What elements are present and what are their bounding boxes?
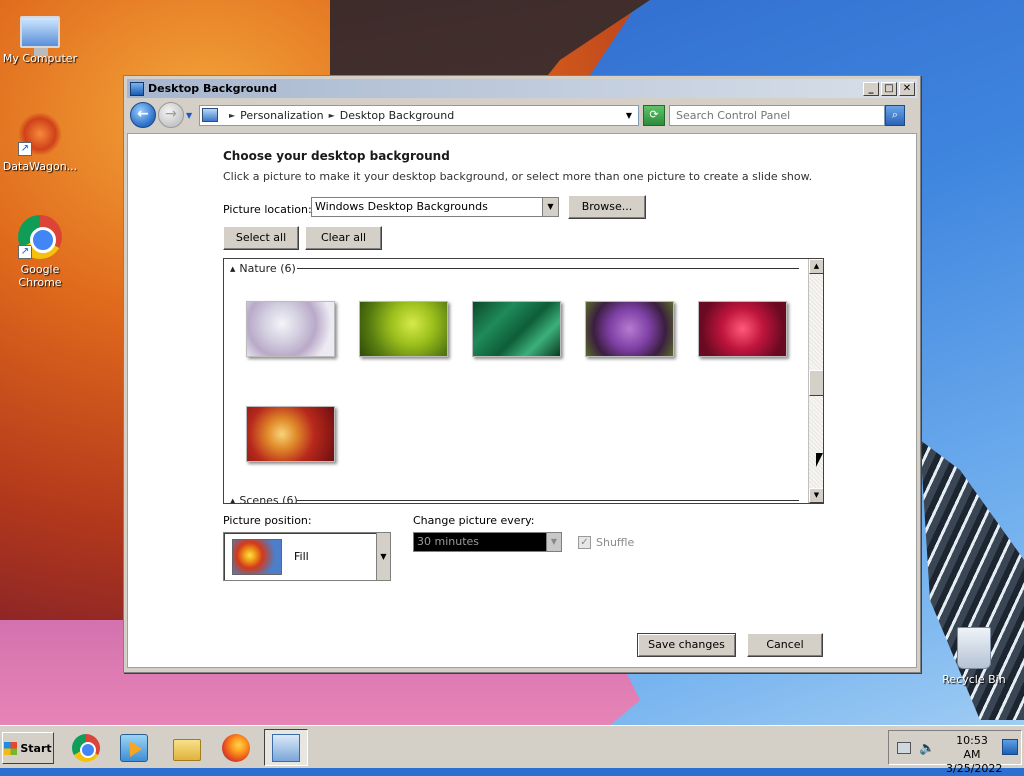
group-header-nature[interactable]: ▲ Nature (6) xyxy=(230,262,296,275)
clock-date: 3/25/2022 xyxy=(946,762,1003,775)
taskbar-file-explorer[interactable] xyxy=(165,729,209,766)
shuffle-label: Shuffle xyxy=(596,536,635,549)
clock-time: 10:53 AM xyxy=(956,734,988,761)
select-all-button[interactable]: Select all xyxy=(223,226,299,250)
browse-button[interactable]: Browse... xyxy=(568,195,646,219)
taskbar: Start 🔈 10:53 AM 3/25/2022 xyxy=(0,725,1024,775)
chevron-down-icon: ▼ xyxy=(546,533,561,551)
system-tray: 🔈 10:53 AM 3/25/2022 xyxy=(888,730,1022,775)
page-description: Click a picture to make it your desktop … xyxy=(223,170,813,183)
title-bar[interactable]: Desktop Background _ □ ✕ xyxy=(127,79,917,98)
group-title: Nature (6) xyxy=(239,262,296,275)
picture-position-select[interactable]: Fill ▼ xyxy=(223,532,391,581)
recent-pages-dropdown[interactable]: ▼ xyxy=(186,111,196,120)
save-changes-button[interactable]: Save changes xyxy=(637,633,736,657)
thumbnail-green-succulent[interactable] xyxy=(359,301,448,357)
close-button[interactable]: ✕ xyxy=(899,81,915,96)
clear-all-button[interactable]: Clear all xyxy=(305,226,382,250)
network-icon[interactable] xyxy=(897,742,911,754)
picture-location-value: Windows Desktop Backgrounds xyxy=(315,200,488,213)
control-panel-icon xyxy=(130,81,144,96)
position-preview-image xyxy=(232,539,282,575)
search-icon[interactable]: ⌕ xyxy=(885,104,905,126)
change-picture-label: Change picture every: xyxy=(413,514,535,527)
clock[interactable]: 10:53 AM 3/25/2022 xyxy=(946,734,1003,776)
forward-button[interactable]: → xyxy=(158,102,184,128)
firefox-icon xyxy=(222,733,250,762)
start-button[interactable]: Start xyxy=(2,732,54,764)
thumbnail-dandelion[interactable] xyxy=(246,301,335,357)
cancel-button[interactable]: Cancel xyxy=(747,633,823,657)
desktop-icon-my-computer[interactable]: My Computer xyxy=(0,10,80,65)
desktop-icon-google-chrome[interactable]: ↗ Google Chrome xyxy=(0,215,80,289)
start-label: Start xyxy=(20,741,52,755)
taskbar-chrome[interactable] xyxy=(64,729,108,766)
picture-position-value: Fill xyxy=(294,550,309,563)
thumbnail-autumn-leaves[interactable] xyxy=(246,406,335,462)
desktop-icon-label: Recycle Bin xyxy=(942,673,1006,686)
desktop-icon-label: DataWagon... xyxy=(2,160,78,173)
mouse-cursor-icon xyxy=(816,453,823,467)
desktop-icon-recycle-bin[interactable]: Recycle Bin xyxy=(934,627,1014,686)
breadcrumb-personalization[interactable]: Personalization xyxy=(240,109,323,122)
chevron-right-icon[interactable]: ► xyxy=(229,111,235,120)
chrome-icon xyxy=(72,733,100,762)
taskbar-firefox[interactable] xyxy=(214,729,258,766)
media-player-icon xyxy=(120,733,148,762)
taskbar-control-panel[interactable] xyxy=(264,729,308,766)
my-computer-icon xyxy=(20,16,60,56)
group-header-scenes[interactable]: ▲ Scenes (6) xyxy=(230,494,298,504)
thumbnail-red-dahlia[interactable] xyxy=(698,301,787,357)
file-explorer-icon xyxy=(173,738,201,761)
address-bar: ← → ▼ ► Personalization ► Desktop Backgr… xyxy=(127,101,917,129)
chrome-icon: ↗ xyxy=(18,215,62,259)
back-button[interactable]: ← xyxy=(130,102,156,128)
thumbnail-purple-thistle[interactable] xyxy=(585,301,674,357)
minimize-button[interactable]: _ xyxy=(863,81,879,96)
datawagon-icon: ↗ xyxy=(18,112,62,156)
shuffle-checkbox: ✓ xyxy=(578,536,591,549)
page-title: Choose your desktop background xyxy=(223,149,450,163)
change-picture-interval-select: 30 minutes ▼ xyxy=(413,532,562,552)
group-title: Scenes (6) xyxy=(239,494,298,504)
desktop-icon-datawagon[interactable]: ↗ DataWagon... xyxy=(0,112,80,173)
content-pane: Choose your desktop background Click a p… xyxy=(127,133,917,668)
picture-position-label: Picture position: xyxy=(223,514,312,527)
chevron-down-icon[interactable]: ▼ xyxy=(376,533,390,580)
scroll-up-button[interactable]: ▲ xyxy=(809,259,823,274)
picture-location-label: Picture location: xyxy=(223,203,312,216)
taskbar-media-player[interactable] xyxy=(112,729,156,766)
change-picture-interval-value: 30 minutes xyxy=(417,535,480,548)
windows-logo-icon xyxy=(4,741,18,755)
scroll-thumb[interactable] xyxy=(809,370,823,396)
picture-gallery: ▲ Nature (6) ▲ Scenes (6) ▲ ▼ xyxy=(223,258,824,504)
thumbnail-green-leaves[interactable] xyxy=(472,301,561,357)
window-title: Desktop Background xyxy=(148,82,278,95)
search-input[interactable] xyxy=(669,104,885,126)
volume-icon[interactable]: 🔈 xyxy=(919,741,935,756)
shortcut-arrow-icon: ↗ xyxy=(18,142,32,156)
show-desktop-button[interactable] xyxy=(1002,739,1018,755)
scroll-down-button[interactable]: ▼ xyxy=(809,488,823,503)
control-panel-icon xyxy=(202,108,218,122)
group-divider xyxy=(297,268,799,269)
desktop-icon-label: Google Chrome xyxy=(18,263,62,289)
maximize-button[interactable]: □ xyxy=(881,81,897,96)
desktop-background-window: Desktop Background _ □ ✕ ← → ▼ ► Persona… xyxy=(123,75,921,673)
shortcut-arrow-icon: ↗ xyxy=(18,245,32,259)
address-history-dropdown[interactable]: ▼ xyxy=(626,111,632,120)
chevron-down-icon[interactable]: ▼ xyxy=(542,198,558,216)
group-divider xyxy=(297,500,799,501)
chevron-right-icon[interactable]: ► xyxy=(329,111,335,120)
collapse-icon[interactable]: ▲ xyxy=(230,265,235,273)
control-panel-icon xyxy=(272,733,300,762)
collapse-icon[interactable]: ▲ xyxy=(230,497,235,504)
recycle-bin-icon xyxy=(957,627,991,669)
breadcrumb-desktop-background[interactable]: Desktop Background xyxy=(340,109,455,122)
picture-location-select[interactable]: Windows Desktop Backgrounds ▼ xyxy=(311,197,559,217)
refresh-button[interactable]: ⟳ xyxy=(643,104,665,126)
breadcrumb[interactable]: ► Personalization ► Desktop Background ▼ xyxy=(199,104,639,126)
